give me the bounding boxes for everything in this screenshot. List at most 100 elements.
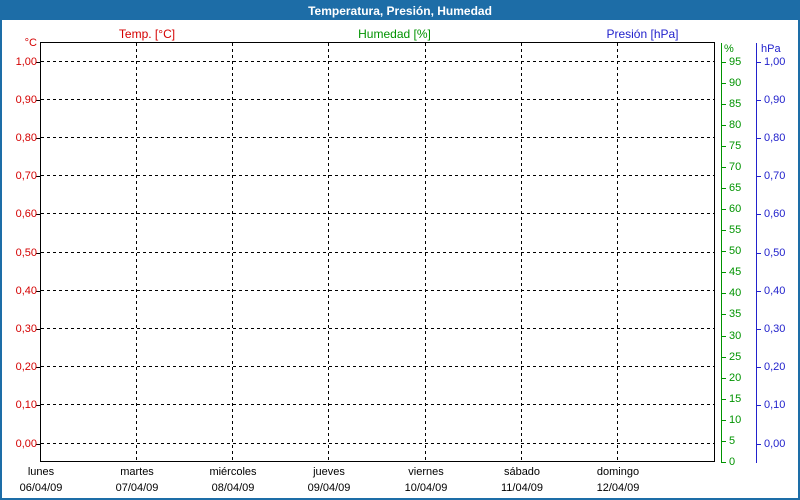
humidity-axis-tick <box>721 378 726 379</box>
pressure-axis-tick <box>756 253 761 254</box>
humidity-axis-tick <box>721 167 726 168</box>
legend-pressure-label: Presión [hPa] <box>606 27 679 41</box>
pressure-axis-tick-label: 0,90 <box>764 94 786 106</box>
pressure-axis-tick <box>756 176 761 177</box>
h-gridline <box>41 328 714 329</box>
humidity-axis-tick-label: 60 <box>729 203 742 215</box>
humidity-axis-tick <box>721 272 726 273</box>
temp-axis-tick-label: 0,80 <box>15 132 37 144</box>
humidity-axis-tick-label: 0 <box>729 456 736 468</box>
h-gridline <box>41 213 714 214</box>
legend-temp-label: Temp. [°C] <box>118 27 176 41</box>
humidity-axis-tick <box>721 104 726 105</box>
v-gridline <box>136 43 137 461</box>
humidity-axis-tick-label: 80 <box>729 119 742 131</box>
pressure-axis-tick-label: 0,70 <box>764 170 786 182</box>
temp-axis-tick-label: 0,50 <box>15 247 37 259</box>
humidity-axis-tick <box>721 357 726 358</box>
humidity-axis-tick-label: 45 <box>729 266 742 278</box>
humidity-axis-tick-label: 25 <box>729 351 742 363</box>
v-gridline <box>328 43 329 461</box>
temp-axis-tick-label: 0,20 <box>15 361 37 373</box>
h-gridline <box>41 252 714 253</box>
pressure-axis-tick <box>756 444 761 445</box>
temp-axis-tick-label: 0,30 <box>15 323 37 335</box>
humidity-axis-tick-label: 75 <box>729 140 742 152</box>
humidity-axis-tick <box>721 209 726 210</box>
humidity-axis-tick-label: 20 <box>729 372 742 384</box>
x-axis-date-label: 09/04/09 <box>307 482 351 494</box>
humidity-axis-tick <box>721 314 726 315</box>
pressure-axis-tick <box>756 405 761 406</box>
temp-axis-tick-label: 0,90 <box>15 94 37 106</box>
x-axis-date-label: 11/04/09 <box>500 482 543 494</box>
humidity-axis-line <box>721 43 722 463</box>
v-gridline <box>617 43 618 461</box>
pressure-axis-tick-label: 1,00 <box>764 56 786 68</box>
pressure-axis-tick <box>756 329 761 330</box>
pressure-axis-tick <box>756 100 761 101</box>
h-gridline <box>41 175 714 176</box>
temp-axis-unit: °C <box>24 37 37 49</box>
humidity-axis-tick <box>721 62 726 63</box>
x-axis-date-label: 08/04/09 <box>211 482 255 494</box>
x-axis-day-label: lunes <box>27 466 55 478</box>
humidity-axis-tick-label: 15 <box>729 393 742 405</box>
pressure-axis-tick <box>756 291 761 292</box>
pressure-axis-tick-label: 0,10 <box>764 399 786 411</box>
x-axis-day-label: martes <box>120 466 154 478</box>
humidity-axis-tick <box>721 293 726 294</box>
pressure-axis-tick <box>756 138 761 139</box>
humidity-axis-tick-label: 30 <box>729 330 742 342</box>
pressure-axis-tick <box>756 367 761 368</box>
pressure-axis-tick-label: 0,80 <box>764 132 786 144</box>
humidity-axis-tick <box>721 188 726 189</box>
humidity-axis-tick-label: 40 <box>729 287 742 299</box>
v-gridline <box>232 43 233 461</box>
window-title: Temperatura, Presión, Humedad <box>308 4 492 18</box>
humidity-axis-tick <box>721 251 726 252</box>
x-axis-day-label: domingo <box>596 466 640 478</box>
pressure-axis-tick-label: 0,50 <box>764 247 786 259</box>
x-axis-date-label: 06/04/09 <box>19 482 63 494</box>
humidity-axis-tick-label: 50 <box>729 245 742 257</box>
humidity-axis-tick-label: 85 <box>729 98 742 110</box>
x-axis-day-label: viernes <box>408 466 444 478</box>
pressure-axis-tick-label: 0,60 <box>764 208 786 220</box>
x-axis-day-label: sábado <box>503 466 541 478</box>
pressure-axis-tick <box>756 62 761 63</box>
temp-axis-tick-label: 0,10 <box>15 399 37 411</box>
temp-axis-tick-label: 0,40 <box>15 285 37 297</box>
humidity-axis-tick <box>721 146 726 147</box>
x-axis-date-label: 10/04/09 <box>404 482 448 494</box>
legend-humidity-label: Humedad [%] <box>358 27 431 41</box>
h-gridline <box>41 366 714 367</box>
humidity-axis-tick <box>721 83 726 84</box>
x-axis-day-label: jueves <box>313 466 345 478</box>
chart-window: Temperatura, Presión, Humedad Temp. [°C]… <box>0 0 800 500</box>
x-axis-date-label: 07/04/09 <box>115 482 159 494</box>
h-gridline <box>41 99 714 100</box>
humidity-axis-tick-label: 55 <box>729 224 742 236</box>
humidity-axis-tick <box>721 230 726 231</box>
pressure-axis-tick-label: 0,30 <box>764 323 786 335</box>
humidity-axis-tick-label: 5 <box>729 435 736 447</box>
humidity-axis-tick <box>721 125 726 126</box>
pressure-axis-tick <box>756 214 761 215</box>
pressure-axis-tick-label: 0,40 <box>764 285 786 297</box>
pressure-axis-tick-label: 0,20 <box>764 361 786 373</box>
humidity-axis-tick-label: 10 <box>729 414 742 426</box>
h-gridline <box>41 404 714 405</box>
x-axis-date-label: 12/04/09 <box>596 482 640 494</box>
temp-axis-tick-label: 0,70 <box>15 170 37 182</box>
temp-axis-tick-label: 0,60 <box>15 208 37 220</box>
humidity-axis-tick-label: 65 <box>729 182 742 194</box>
h-gridline <box>41 137 714 138</box>
window-titlebar[interactable]: Temperatura, Presión, Humedad <box>2 2 798 20</box>
temp-axis-tick-label: 1,00 <box>15 56 37 68</box>
plot-area <box>40 42 715 462</box>
humidity-axis-tick <box>721 420 726 421</box>
h-gridline <box>41 290 714 291</box>
temp-axis-tick-label: 0,00 <box>15 438 37 450</box>
v-gridline <box>521 43 522 461</box>
